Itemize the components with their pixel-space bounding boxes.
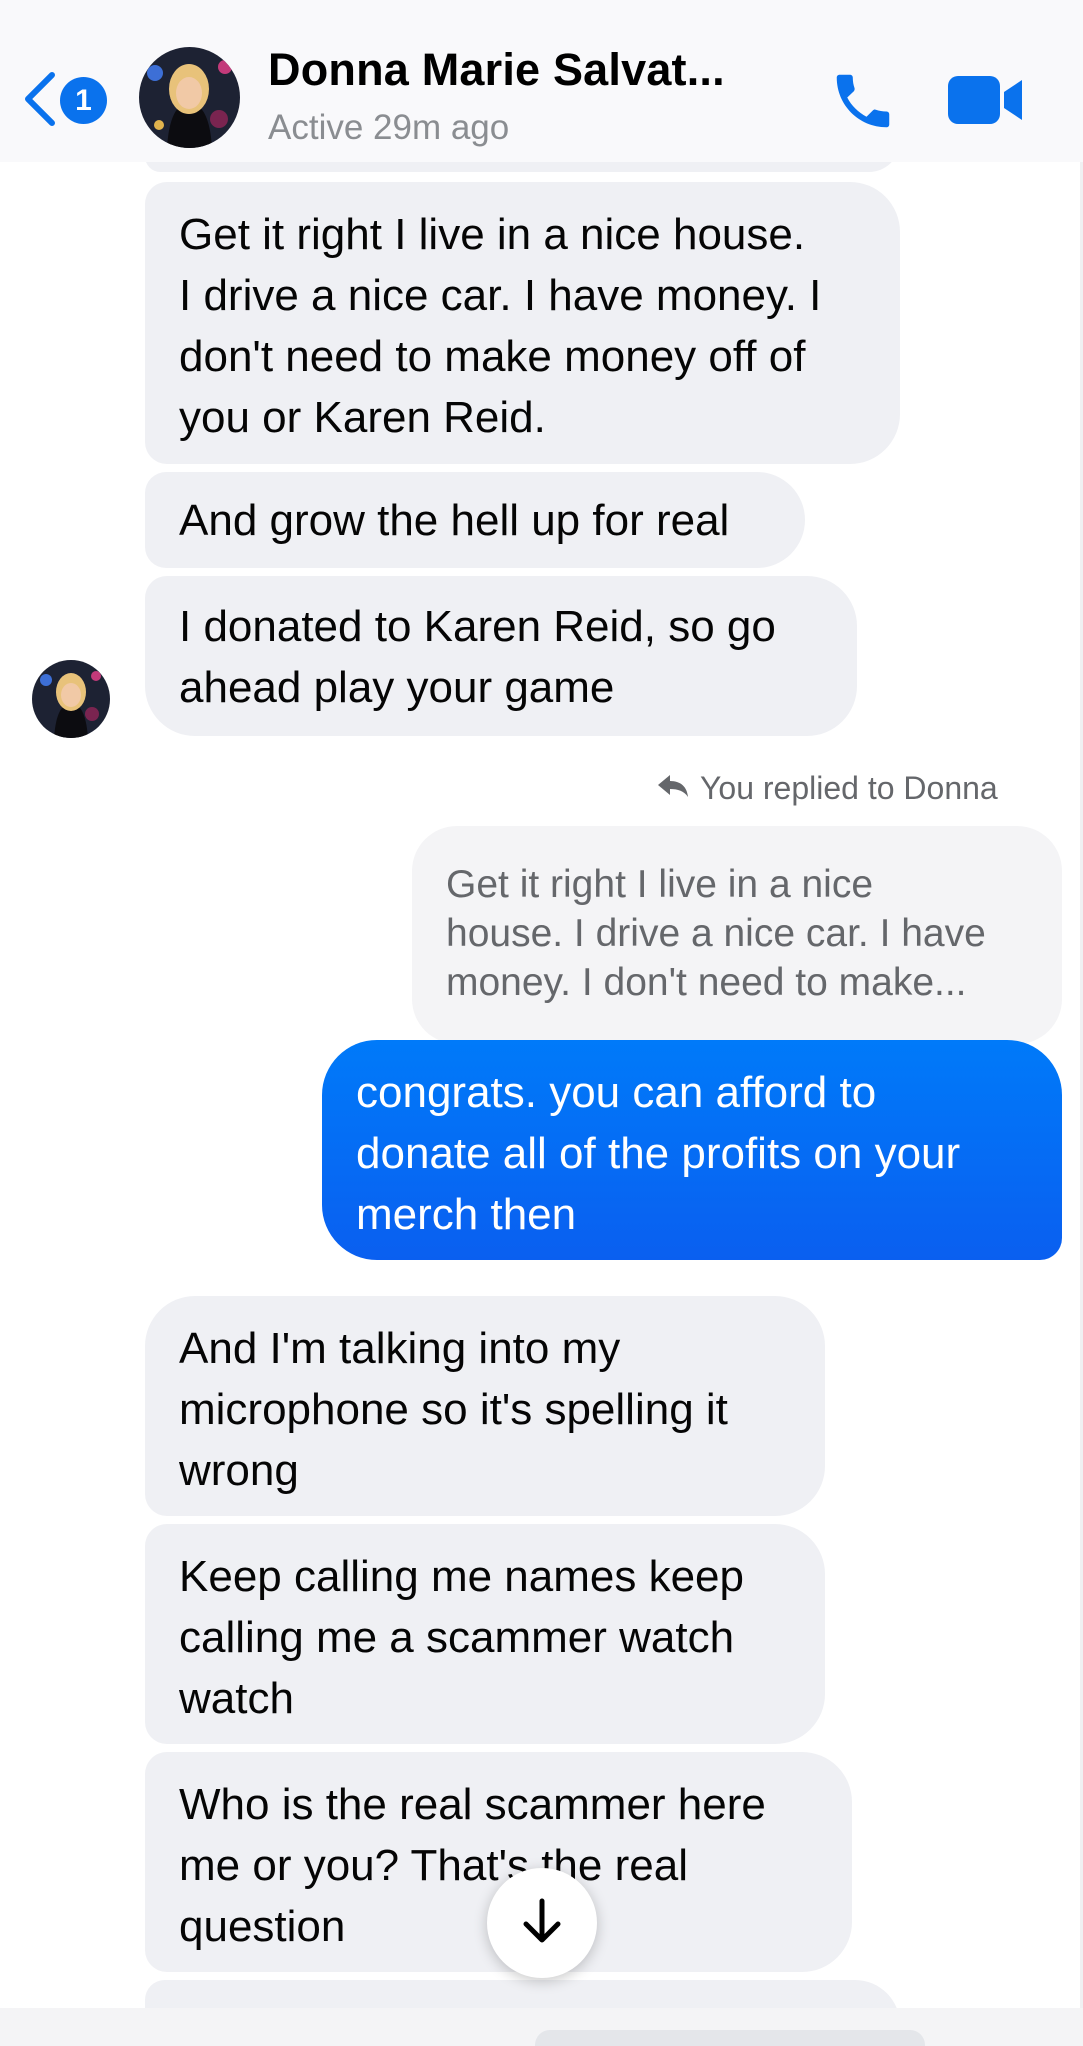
audio-call-button[interactable] [828,66,898,136]
video-call-button[interactable] [946,72,1026,128]
sent-message-bubble[interactable]: congrats. you can afford to donate all o… [322,1040,1062,1260]
reply-label-text: You replied to Donna [700,770,998,806]
quoted-message[interactable]: Get it right I live in a nice house. I d… [412,826,1062,1044]
chevron-left-icon [22,71,58,132]
phone-icon [828,74,898,140]
composer-input-edge[interactable] [535,2030,925,2046]
message-bubble[interactable]: And I'm talking into my microphone so it… [145,1296,825,1516]
unread-count-badge: 1 [60,77,107,124]
active-status: Active 29m ago [268,108,510,147]
message-bubble[interactable]: I donated to Karen Reid, so go ahead pla… [145,576,857,736]
back-button[interactable]: 1 [22,68,114,128]
message-bubble[interactable]: Get it right I live in a nice house. I d… [145,182,900,464]
video-camera-icon [946,76,1026,132]
arrow-down-icon [520,1897,564,1950]
contact-name[interactable]: Donna Marie Salvat... [268,44,748,96]
contact-avatar-small[interactable] [32,660,110,738]
reply-arrow-icon [656,770,690,807]
message-bubble[interactable]: And grow the hell up for real [145,472,805,568]
contact-avatar[interactable] [139,47,240,148]
message-bubble[interactable]: Keep calling me names keep calling me a … [145,1524,825,1744]
conversation-screen: Get it right I live in a nice house. I d… [0,0,1083,2046]
scroll-to-bottom-button[interactable] [487,1868,597,1978]
chat-header: 1 Donna Marie Salvat... Active 29m ago [0,0,1083,162]
reply-indicator: You replied to Donna [656,770,998,807]
